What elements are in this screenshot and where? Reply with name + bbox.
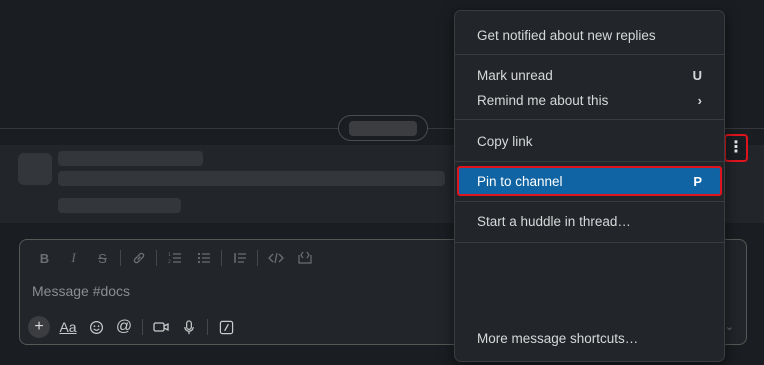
menu-item-more-shortcuts[interactable]: More message shortcuts… [455, 326, 724, 350]
toolbar-divider [156, 250, 157, 266]
code-icon[interactable] [261, 249, 290, 267]
ordered-list-icon[interactable]: 12 [160, 249, 189, 267]
avatar-placeholder [18, 153, 52, 185]
text-format-icon[interactable]: Aa [54, 316, 82, 338]
toolbar-divider [221, 250, 222, 266]
chevron-right-icon: › [697, 92, 702, 108]
date-divider-pill[interactable] [338, 115, 428, 141]
menu-item-pin-to-channel[interactable]: Pin to channel P [457, 166, 722, 196]
emoji-icon[interactable] [82, 316, 110, 338]
menu-divider [455, 242, 724, 243]
menu-divider [455, 201, 724, 202]
menu-item-copy-link[interactable]: Copy link [455, 129, 724, 153]
menu-item-label: Copy link [477, 133, 533, 149]
format-toolbar: B I S 12 [30, 249, 319, 267]
mention-icon[interactable]: @ [110, 316, 138, 338]
chevron-down-icon[interactable]: ⌄ [725, 320, 734, 333]
more-actions-button[interactable]: ⋮ [724, 134, 748, 162]
toolbar-divider [207, 319, 208, 335]
menu-item-label: More message shortcuts… [477, 330, 639, 346]
menu-item-label: Pin to channel [477, 173, 563, 189]
toolbar-divider [257, 250, 258, 266]
menu-divider [455, 54, 724, 55]
menu-item-label: Get notified about new replies [477, 27, 656, 43]
slash-command-icon[interactable] [212, 316, 240, 338]
menu-item-label: Start a huddle in thread… [477, 213, 631, 229]
microphone-icon[interactable] [175, 316, 203, 338]
composer-actions: + Aa @ [28, 316, 240, 338]
menu-divider [455, 161, 724, 162]
menu-divider [455, 119, 724, 120]
menu-item-start-huddle[interactable]: Start a huddle in thread… [455, 209, 724, 233]
bulleted-list-icon[interactable] [189, 249, 218, 267]
svg-text:1: 1 [168, 252, 171, 258]
menu-item-remind-me[interactable]: Remind me about this › [455, 88, 724, 112]
menu-item-label: Remind me about this [477, 92, 609, 108]
menu-item-mark-unread[interactable]: Mark unread U [455, 63, 724, 87]
name-placeholder [58, 151, 203, 166]
reply-placeholder [58, 198, 181, 213]
blockquote-icon[interactable] [225, 249, 254, 267]
italic-icon[interactable]: I [59, 249, 88, 267]
message-actions-menu: Get notified about new replies Mark unre… [454, 10, 725, 362]
plus-icon[interactable]: + [28, 316, 50, 338]
video-icon[interactable] [147, 316, 175, 338]
shortcut-key: U [692, 67, 702, 83]
link-icon[interactable] [124, 249, 153, 267]
shortcut-key: P [693, 173, 702, 189]
date-placeholder [349, 121, 417, 136]
bold-icon[interactable]: B [30, 249, 59, 267]
menu-item-label: Mark unread [477, 67, 553, 83]
text-placeholder [58, 171, 445, 186]
strikethrough-icon[interactable]: S [88, 249, 117, 267]
svg-text:2: 2 [168, 259, 171, 265]
toolbar-divider [142, 319, 143, 335]
code-block-icon[interactable] [290, 249, 319, 267]
toolbar-divider [120, 250, 121, 266]
menu-item-get-notified[interactable]: Get notified about new replies [455, 23, 724, 47]
message-input[interactable]: Message #docs [32, 283, 130, 299]
vertical-ellipsis-icon: ⋮ [728, 139, 744, 156]
